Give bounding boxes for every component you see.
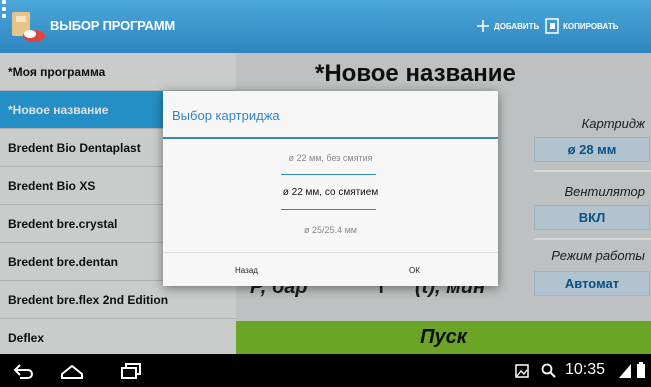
cartridge-option[interactable]: ø 22 мм, без смятия bbox=[163, 153, 498, 163]
cartridge-option[interactable]: ø 25/25.4 мм bbox=[163, 225, 498, 235]
cartridge-dialog: Выбор картриджа ø 22 мм, без смятия ø 22… bbox=[163, 91, 498, 286]
copy-icon bbox=[545, 18, 559, 34]
picker-selection-line-bottom bbox=[281, 209, 376, 210]
signal-icon bbox=[619, 364, 631, 378]
dialog-title: Выбор картриджа bbox=[172, 108, 280, 123]
clock: 10:35 bbox=[565, 361, 606, 378]
search-icon[interactable] bbox=[541, 363, 557, 379]
picker-selection-line-top bbox=[281, 174, 376, 175]
cartridge-option-selected[interactable]: ø 22 мм, со смятием bbox=[163, 187, 498, 198]
dialog-title-divider bbox=[163, 137, 498, 139]
action-bar: ВЫБОР ПРОГРАММ ДОБАВИТЬ КОПИРОВАТЬ bbox=[0, 0, 651, 53]
ok-button[interactable]: ОК bbox=[331, 253, 498, 287]
back-nav-icon[interactable] bbox=[12, 362, 34, 380]
home-nav-icon[interactable] bbox=[60, 362, 84, 380]
battery-icon bbox=[637, 362, 645, 378]
overflow-menu-icon[interactable] bbox=[0, 0, 8, 22]
add-button[interactable]: ДОБАВИТЬ bbox=[476, 14, 539, 38]
system-nav-bar: 10:35 bbox=[0, 354, 651, 387]
copy-button-label: КОПИРОВАТЬ bbox=[563, 21, 619, 31]
add-button-label: ДОБАВИТЬ bbox=[494, 21, 540, 31]
gallery-notification-icon bbox=[515, 364, 529, 378]
dialog-button-bar: Назад ОК bbox=[163, 252, 498, 286]
app-logo-icon[interactable] bbox=[8, 8, 48, 46]
copy-button[interactable]: КОПИРОВАТЬ bbox=[545, 14, 618, 38]
recent-apps-icon[interactable] bbox=[120, 362, 142, 380]
plus-icon bbox=[477, 20, 489, 32]
back-button[interactable]: Назад bbox=[163, 253, 330, 287]
app-title: ВЫБОР ПРОГРАММ bbox=[50, 18, 175, 33]
